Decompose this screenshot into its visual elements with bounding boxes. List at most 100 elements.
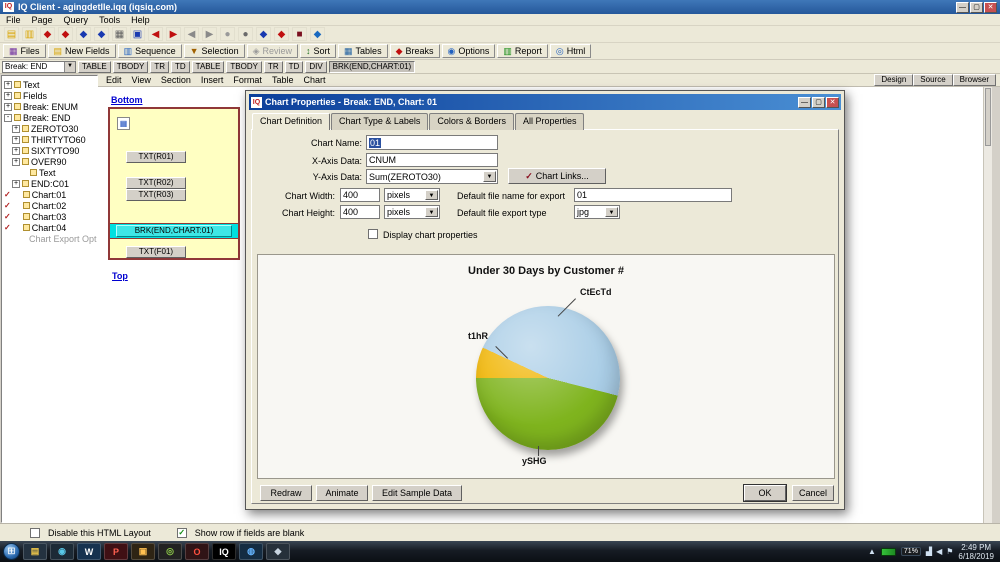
- export-name-input[interactable]: 01: [574, 188, 732, 202]
- menu-item[interactable]: Tools: [99, 15, 120, 25]
- chart-links-button[interactable]: ✓Chart Links...: [508, 168, 606, 184]
- tree-item[interactable]: + THIRTYTO60: [2, 134, 97, 145]
- clock[interactable]: 2:49 PM 6/18/2019: [958, 543, 994, 561]
- dialog-tab[interactable]: All Properties: [515, 113, 585, 130]
- width-units-select[interactable]: pixels ▼: [384, 188, 440, 202]
- tree-item[interactable]: ✓ Chart:03: [2, 211, 97, 222]
- toolbar-icon[interactable]: ●: [238, 27, 253, 41]
- chart-height-input[interactable]: 400: [340, 205, 380, 219]
- edit-menu-item[interactable]: Section: [161, 75, 191, 85]
- x-axis-input[interactable]: CNUM: [366, 153, 498, 167]
- toolbar-action-button[interactable]: ▦ Files: [3, 44, 46, 58]
- vertical-scrollbar[interactable]: [983, 87, 992, 523]
- toolbar-icon[interactable]: ◀: [148, 27, 163, 41]
- tree-expander-icon[interactable]: +: [12, 125, 20, 133]
- menu-item[interactable]: Help: [131, 15, 150, 25]
- tree-expander-icon[interactable]: +: [4, 81, 12, 89]
- tree-expander-icon[interactable]: +: [4, 92, 12, 100]
- edit-sample-data-button[interactable]: Edit Sample Data: [372, 485, 462, 501]
- tree-expander-icon[interactable]: +: [4, 103, 12, 111]
- toolbar-icon[interactable]: ●: [220, 27, 235, 41]
- tree-expander-icon[interactable]: +: [12, 147, 20, 155]
- top-link[interactable]: Top: [112, 271, 128, 281]
- taskbar-app-icon[interactable]: ◉: [50, 543, 74, 560]
- taskbar-app-icon[interactable]: ◍: [239, 543, 263, 560]
- view-mode-button[interactable]: Browser: [953, 74, 996, 86]
- toolbar-icon[interactable]: ▶: [166, 27, 181, 41]
- tag-button[interactable]: TABLE: [192, 61, 225, 73]
- edit-menu-item[interactable]: Edit: [106, 75, 122, 85]
- y-axis-select[interactable]: Sum(ZEROTO30) ▼: [366, 169, 498, 184]
- height-units-select[interactable]: pixels ▼: [384, 205, 440, 219]
- toolbar-icon[interactable]: ◆: [40, 27, 55, 41]
- dialog-close-icon[interactable]: ✕: [826, 97, 839, 108]
- tree-item[interactable]: - Break: END: [2, 112, 97, 123]
- taskbar-app-icon[interactable]: W: [77, 543, 101, 560]
- tag-button[interactable]: TBODY: [113, 61, 149, 73]
- edit-menu-item[interactable]: Insert: [201, 75, 224, 85]
- tree-item[interactable]: + SIXTYTO90: [2, 145, 97, 156]
- menu-item[interactable]: File: [6, 15, 21, 25]
- tree-item[interactable]: + Fields: [2, 90, 97, 101]
- edit-menu-item[interactable]: Format: [233, 75, 262, 85]
- toolbar-icon[interactable]: ■: [292, 27, 307, 41]
- toolbar-icon[interactable]: ◆: [310, 27, 325, 41]
- tag-button[interactable]: DIV: [305, 61, 326, 73]
- tree-expander-icon[interactable]: -: [4, 114, 12, 122]
- toolbar-icon[interactable]: ▣: [130, 27, 145, 41]
- chevron-down-icon[interactable]: ▼: [425, 207, 438, 217]
- toolbar-action-button[interactable]: ◆ Breaks: [390, 44, 440, 58]
- txt-f01-button[interactable]: TXT(F01): [126, 246, 186, 258]
- start-button[interactable]: ⊞: [3, 543, 20, 560]
- toolbar-icon[interactable]: ◆: [58, 27, 73, 41]
- break-selector[interactable]: Break: END ▼: [2, 61, 76, 73]
- toolbar-icon[interactable]: ◆: [256, 27, 271, 41]
- disable-html-checkbox[interactable]: [30, 528, 40, 538]
- tag-button[interactable]: TABLE: [78, 61, 111, 73]
- battery-icon[interactable]: [881, 548, 896, 556]
- edit-menu-item[interactable]: Chart: [303, 75, 325, 85]
- tree-item[interactable]: Chart Export Option: [2, 233, 97, 244]
- tray-icon[interactable]: ▟: [926, 547, 932, 556]
- taskbar-app-icon[interactable]: P: [104, 543, 128, 560]
- toolbar-action-button[interactable]: ▥ Sequence: [118, 44, 182, 58]
- toolbar-action-button[interactable]: ↕ Sort: [300, 44, 336, 58]
- edit-menu-item[interactable]: View: [132, 75, 151, 85]
- tree-expander-icon[interactable]: +: [12, 180, 20, 188]
- dialog-tab[interactable]: Colors & Borders: [429, 113, 514, 130]
- tree-item[interactable]: ✓ Chart:01: [2, 189, 97, 200]
- maximize-icon[interactable]: ▢: [970, 2, 983, 13]
- taskbar-app-icon[interactable]: ◎: [158, 543, 182, 560]
- tag-button[interactable]: TBODY: [226, 61, 262, 73]
- taskbar-app-icon[interactable]: O: [185, 543, 209, 560]
- chevron-down-icon[interactable]: ▼: [605, 207, 618, 217]
- tray-icon[interactable]: ◀: [936, 547, 942, 556]
- taskbar-app-icon[interactable]: ▣: [131, 543, 155, 560]
- tree-item[interactable]: + OVER90: [2, 156, 97, 167]
- tag-button[interactable]: TR: [264, 61, 283, 73]
- dialog-tab[interactable]: Chart Type & Labels: [331, 113, 428, 130]
- animate-button[interactable]: Animate: [316, 485, 368, 501]
- tree-item[interactable]: ✓ Chart:02: [2, 200, 97, 211]
- txt-r02-button[interactable]: TXT(R02): [126, 177, 186, 189]
- ok-button[interactable]: OK: [744, 485, 786, 501]
- close-icon[interactable]: ✕: [984, 2, 997, 13]
- show-row-checkbox[interactable]: ✓: [177, 528, 187, 538]
- bottom-link[interactable]: Bottom: [111, 95, 143, 105]
- toolbar-icon[interactable]: ◆: [274, 27, 289, 41]
- view-mode-button[interactable]: Design: [874, 74, 913, 86]
- menu-item[interactable]: Page: [32, 15, 53, 25]
- brk-chart-button[interactable]: BRK(END,CHART:01): [116, 225, 232, 237]
- cancel-button[interactable]: Cancel: [792, 485, 834, 501]
- toolbar-action-button[interactable]: ◉ Options: [442, 44, 496, 58]
- taskbar-app-icon[interactable]: ◆: [266, 543, 290, 560]
- toolbar-icon[interactable]: ◆: [76, 27, 91, 41]
- tray-expand-icon[interactable]: ▲: [868, 547, 876, 556]
- txt-r01-button[interactable]: TXT(R01): [126, 151, 186, 163]
- toolbar-action-button[interactable]: ▼ Selection: [184, 44, 245, 58]
- toolbar-action-button[interactable]: ▤ New Fields: [48, 44, 116, 58]
- toolbar-icon[interactable]: ▥: [22, 27, 37, 41]
- export-type-select[interactable]: jpg ▼: [574, 205, 620, 219]
- tree-item[interactable]: + END:C01: [2, 178, 97, 189]
- display-props-checkbox[interactable]: [368, 229, 378, 239]
